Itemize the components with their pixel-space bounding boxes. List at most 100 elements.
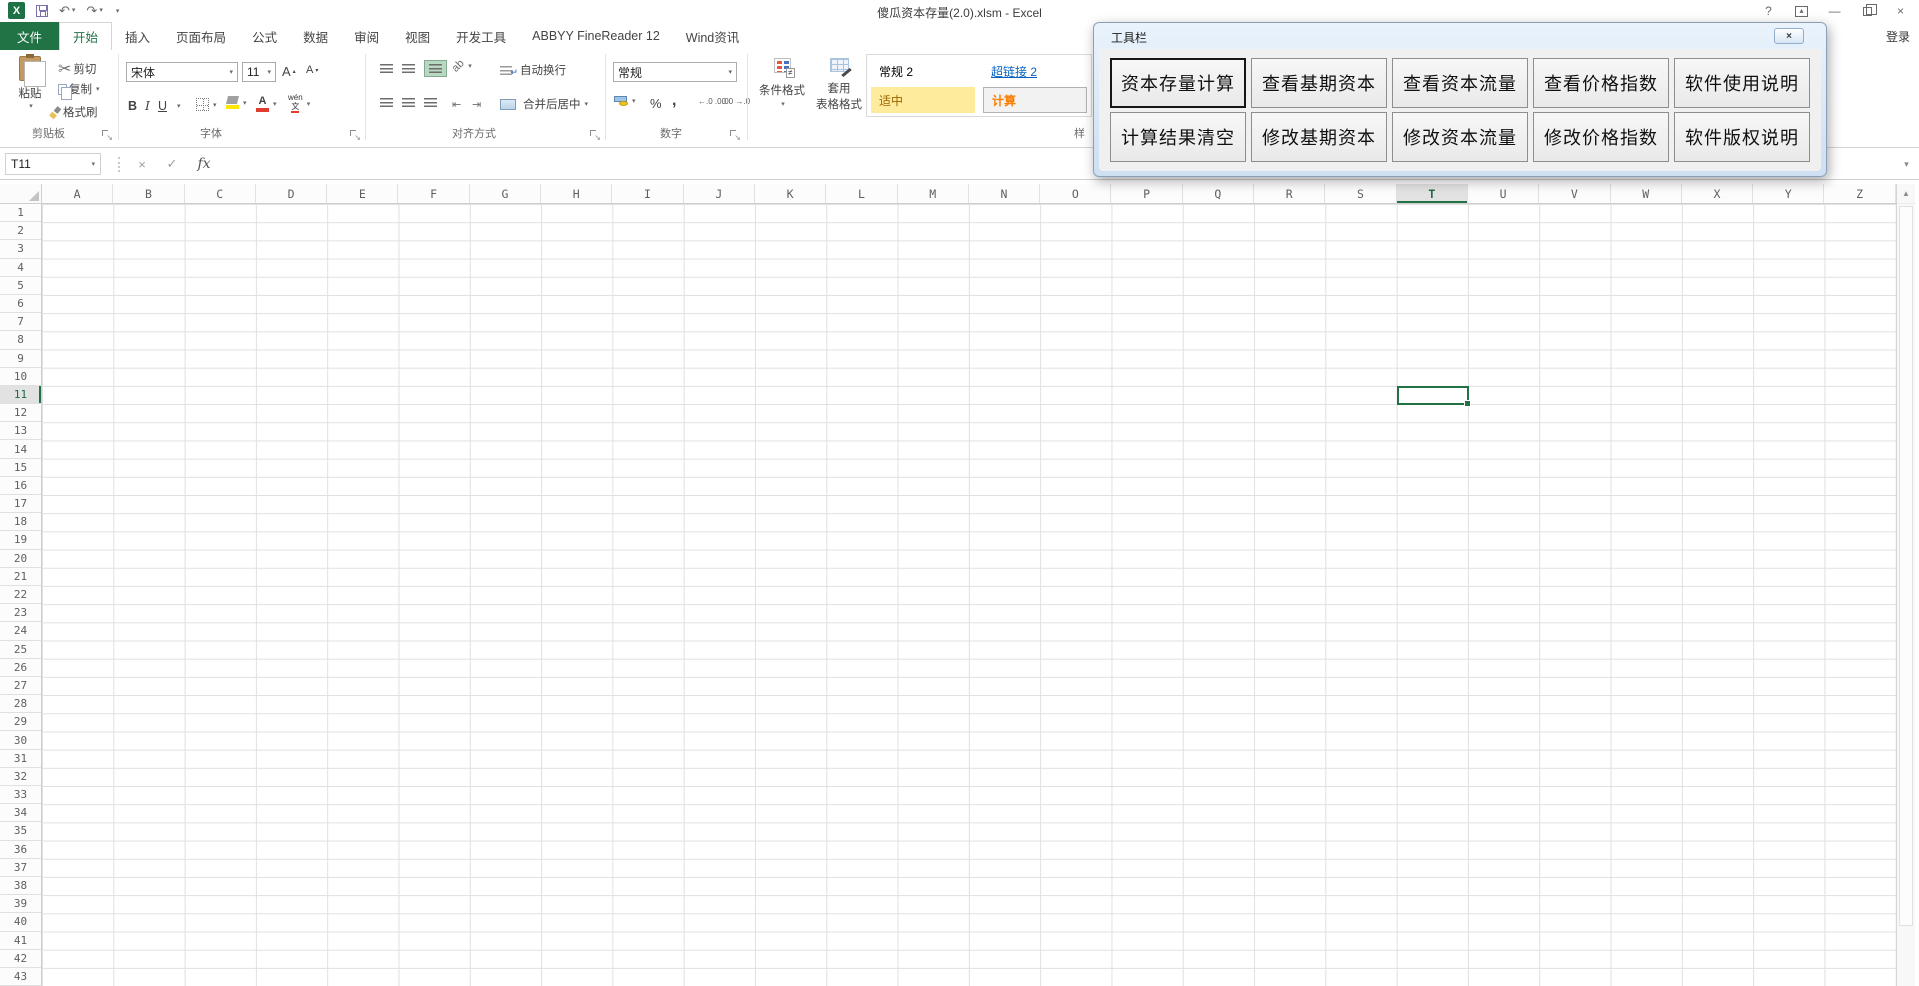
vertical-scrollbar[interactable]: ▲ bbox=[1896, 184, 1915, 986]
undo-button[interactable]: ↶ ▾ bbox=[59, 4, 75, 17]
borders-dropdown-icon[interactable]: ▾ bbox=[213, 101, 217, 109]
align-top-button[interactable] bbox=[380, 64, 393, 73]
row-header-18[interactable]: 18 bbox=[0, 513, 41, 532]
name-box-dropdown-icon[interactable]: ▾ bbox=[91, 160, 95, 168]
row-header-34[interactable]: 34 bbox=[0, 804, 41, 823]
column-header-E[interactable]: E bbox=[327, 184, 399, 203]
column-header-C[interactable]: C bbox=[185, 184, 256, 203]
alignment-dialog-launcher-icon[interactable] bbox=[590, 130, 601, 142]
tab-home[interactable]: 开始 bbox=[59, 22, 113, 50]
row-header-6[interactable]: 6 bbox=[0, 295, 41, 314]
row-header-42[interactable]: 42 bbox=[0, 950, 41, 968]
underline-dropdown-icon[interactable]: ▾ bbox=[177, 102, 181, 110]
accounting-dropdown-icon[interactable]: ▾ bbox=[632, 97, 636, 105]
borders-button[interactable]: ▾ bbox=[196, 98, 217, 111]
tab-review[interactable]: 审阅 bbox=[341, 22, 392, 50]
grow-font-button[interactable]: A ▴ bbox=[282, 64, 296, 79]
tab-formulas[interactable]: 公式 bbox=[239, 22, 290, 50]
row-header-29[interactable]: 29 bbox=[0, 713, 41, 732]
cell-style-calculation[interactable]: 计算 bbox=[983, 87, 1087, 113]
save-icon[interactable] bbox=[36, 4, 48, 17]
decrease-decimal-button[interactable]: .00 →.0 bbox=[722, 97, 750, 107]
column-header-X[interactable]: X bbox=[1682, 184, 1754, 203]
formula-bar-expand-icon[interactable]: ▾ bbox=[1897, 153, 1916, 175]
row-header-33[interactable]: 33 bbox=[0, 786, 41, 805]
column-header-V[interactable]: V bbox=[1539, 184, 1611, 203]
sign-in-link[interactable]: 登录 bbox=[1886, 22, 1910, 50]
cell-style-normal[interactable]: 常规 2 bbox=[871, 58, 975, 84]
font-color-dropdown-icon[interactable]: ▾ bbox=[273, 100, 277, 108]
row-header-27[interactable]: 27 bbox=[0, 677, 41, 696]
font-size-dropdown-icon[interactable]: ▾ bbox=[267, 68, 271, 76]
tab-developer[interactable]: 开发工具 bbox=[443, 22, 519, 50]
row-header-30[interactable]: 30 bbox=[0, 731, 41, 750]
font-dialog-launcher-icon[interactable] bbox=[350, 130, 361, 142]
column-header-P[interactable]: P bbox=[1111, 184, 1183, 203]
number-format-combo[interactable]: 常规 ▾ bbox=[613, 62, 737, 82]
percent-style-button[interactable]: % bbox=[650, 96, 662, 111]
enter-button[interactable]: ✓ bbox=[160, 153, 184, 175]
row-header-17[interactable]: 17 bbox=[0, 495, 41, 514]
dialog-button[interactable]: 计算结果清空 bbox=[1110, 112, 1246, 162]
dialog-button[interactable]: 修改价格指数 bbox=[1533, 112, 1669, 162]
column-header-A[interactable]: A bbox=[42, 184, 114, 203]
fill-color-button[interactable]: ▾ bbox=[226, 96, 247, 109]
underline-button[interactable]: U bbox=[158, 99, 167, 113]
row-header-20[interactable]: 20 bbox=[0, 550, 41, 568]
dialog-button[interactable]: 查看价格指数 bbox=[1533, 58, 1669, 108]
row-header-31[interactable]: 31 bbox=[0, 750, 41, 768]
row-header-1[interactable]: 1 bbox=[0, 204, 41, 223]
merge-center-button[interactable]: 合并后居中 ▾ bbox=[500, 96, 588, 112]
row-header-13[interactable]: 13 bbox=[0, 422, 41, 441]
orientation-dropdown-icon[interactable]: ▾ bbox=[468, 62, 472, 70]
column-header-Y[interactable]: Y bbox=[1753, 184, 1825, 203]
accounting-format-button[interactable]: ▾ bbox=[613, 96, 636, 106]
row-header-15[interactable]: 15 bbox=[0, 459, 41, 477]
format-as-table-button[interactable]: 套用 表格格式 bbox=[812, 58, 866, 112]
paste-button[interactable]: 粘贴 ▾ bbox=[6, 54, 54, 110]
conditional-formatting-button[interactable]: 条件格式 ▾ bbox=[752, 58, 812, 108]
column-header-H[interactable]: H bbox=[541, 184, 613, 203]
merge-center-dropdown-icon[interactable]: ▾ bbox=[585, 100, 589, 108]
select-all-corner[interactable] bbox=[0, 184, 42, 204]
sheet-grid[interactable] bbox=[42, 204, 1896, 986]
column-header-I[interactable]: I bbox=[612, 184, 684, 203]
cut-button[interactable]: ✂ 剪切 bbox=[58, 59, 96, 79]
phonetic-guide-button[interactable]: wén 文 ▾ bbox=[288, 94, 310, 113]
vertical-scrollbar-thumb[interactable] bbox=[1899, 206, 1913, 926]
column-header-R[interactable]: R bbox=[1254, 184, 1326, 203]
clipboard-dialog-launcher-icon[interactable] bbox=[102, 130, 113, 142]
restore-button[interactable] bbox=[1851, 0, 1884, 22]
column-header-B[interactable]: B bbox=[113, 184, 185, 203]
column-header-T[interactable]: T bbox=[1396, 184, 1468, 203]
align-center-button[interactable] bbox=[402, 98, 415, 107]
align-bottom-button[interactable] bbox=[424, 60, 447, 77]
row-header-26[interactable]: 26 bbox=[0, 659, 41, 677]
shrink-font-button[interactable]: A ▾ bbox=[306, 64, 318, 76]
row-header-11[interactable]: 11 bbox=[0, 385, 41, 405]
font-size-combo[interactable]: 11 ▾ bbox=[242, 62, 276, 82]
qat-customize-icon[interactable]: ▾ bbox=[116, 7, 120, 15]
row-header-23[interactable]: 23 bbox=[0, 604, 41, 623]
tab-abbyy[interactable]: ABBYY FineReader 12 bbox=[519, 22, 673, 50]
wrap-text-button[interactable]: 自动换行 bbox=[500, 62, 566, 78]
conditional-formatting-dropdown-icon[interactable]: ▾ bbox=[754, 100, 812, 108]
row-header-28[interactable]: 28 bbox=[0, 695, 41, 714]
column-header-D[interactable]: D bbox=[256, 184, 328, 203]
bold-button[interactable]: B bbox=[128, 99, 137, 113]
increase-indent-button[interactable]: ⇥ bbox=[472, 98, 481, 111]
ribbon-display-options-button[interactable]: ▴ bbox=[1785, 0, 1818, 22]
row-header-19[interactable]: 19 bbox=[0, 531, 41, 550]
cell-style-medium[interactable]: 适中 bbox=[871, 87, 975, 113]
dialog-button[interactable]: 修改基期资本 bbox=[1251, 112, 1387, 162]
dialog-button[interactable]: 查看资本流量 bbox=[1392, 58, 1528, 108]
insert-function-button[interactable]: fx bbox=[192, 153, 216, 175]
column-header-Q[interactable]: Q bbox=[1183, 184, 1255, 203]
row-header-37[interactable]: 37 bbox=[0, 859, 41, 877]
copy-dropdown-icon[interactable]: ▾ bbox=[96, 85, 100, 93]
scroll-up-icon[interactable]: ▲ bbox=[1897, 184, 1915, 204]
name-box[interactable]: T11 ▾ bbox=[5, 153, 101, 175]
close-button[interactable]: × bbox=[1884, 0, 1917, 22]
row-header-16[interactable]: 16 bbox=[0, 477, 41, 495]
row-header-43[interactable]: 43 bbox=[0, 968, 41, 986]
